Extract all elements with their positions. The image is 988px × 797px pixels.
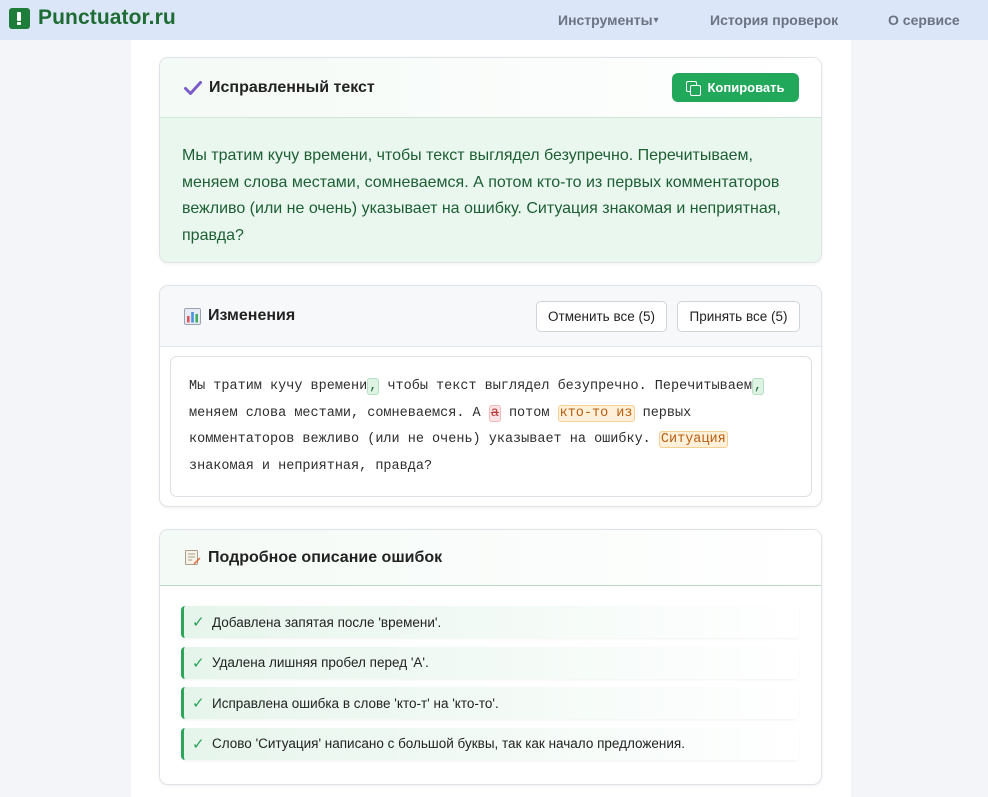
corrected-text-title: Исправленный текст <box>184 79 375 97</box>
error-item: ✓ Слово 'Ситуация' написано с большой бу… <box>181 727 799 760</box>
memo-icon <box>184 549 201 566</box>
changes-title-label: Изменения <box>208 307 296 324</box>
bar-chart-icon <box>184 307 201 325</box>
caret-down-icon: ▾ <box>653 14 659 26</box>
error-list: ✓ Добавлена запятая после 'времени'. ✓ У… <box>181 606 799 768</box>
diff-view: Мы тратим кучу времени, чтобы текст выгл… <box>170 356 812 497</box>
corrected-text-header: Исправленный текст Копировать <box>160 58 821 118</box>
checkmark-icon <box>184 80 202 96</box>
check-icon: ✓ <box>192 614 205 631</box>
copy-button-label: Копировать <box>707 80 785 95</box>
check-icon: ✓ <box>192 654 205 672</box>
nav-about[interactable]: О сервисе <box>888 0 960 40</box>
diff-insertion[interactable]: , <box>367 378 380 395</box>
logo-text: Punctuator.ru <box>38 6 176 29</box>
accept-all-button[interactable]: Принять все (5) <box>677 301 800 332</box>
logo-icon <box>9 7 30 29</box>
nav-history[interactable]: История проверок <box>710 0 838 40</box>
error-item-text: Добавлена запятая после 'времени'. <box>212 614 442 630</box>
diff-text: потом <box>500 405 558 421</box>
corrected-text-title-label: Исправленный текст <box>209 78 375 96</box>
check-icon: ✓ <box>192 735 205 753</box>
error-details-title-label: Подробное описание ошибок <box>208 548 443 566</box>
error-details-card: Подробное описание ошибок ✓ Добавлена за… <box>159 529 822 785</box>
diff-text: меняем слова местами, сомневаемся. А <box>189 405 489 421</box>
error-item-text: Удалена лишняя пробел перед 'А'. <box>212 655 429 670</box>
corrected-text-card: Исправленный текст Копировать Мы тратим … <box>159 57 822 263</box>
diff-deletion[interactable]: а <box>488 404 501 422</box>
error-details-title: Подробное описание ошибок <box>184 549 442 567</box>
site-logo[interactable]: Punctuator.ru <box>9 6 176 30</box>
diff-text: Мы тратим кучу времени <box>189 379 368 394</box>
copy-icon <box>686 80 702 96</box>
copy-button[interactable]: Копировать <box>672 73 799 102</box>
changes-title: Изменения <box>184 307 295 325</box>
error-item-text: Исправлена ошибка в слове 'кто-т' на 'кт… <box>212 695 499 711</box>
changes-header: Изменения Отменить все (5) Принять все (… <box>160 286 821 347</box>
top-navbar: Punctuator.ru Инструменты ▾ История прове… <box>0 0 988 40</box>
nav-tools[interactable]: Инструменты ▾ <box>558 0 659 40</box>
error-item: ✓ Добавлена запятая после 'времени'. <box>181 606 799 638</box>
corrected-text-body: Мы тратим кучу времени, чтобы текст выгл… <box>160 118 821 262</box>
nav-about-label: О сервисе <box>888 12 960 28</box>
diff-correction[interactable]: Ситуация <box>658 431 728 448</box>
undo-all-button[interactable]: Отменить все (5) <box>536 301 667 332</box>
error-item: ✓ Исправлена ошибка в слове 'кто-т' на '… <box>181 687 799 719</box>
diff-correction[interactable]: кто-то из <box>557 404 635 422</box>
error-item: ✓ Удалена лишняя пробел перед 'А'. <box>181 646 799 679</box>
changes-card: Изменения Отменить все (5) Принять все (… <box>159 285 822 507</box>
diff-text: знакомая и неприятная, правда? <box>189 458 433 474</box>
nav-history-label: История проверок <box>710 12 839 28</box>
diff-insertion[interactable]: , <box>752 378 765 395</box>
error-item-text: Слово 'Ситуация' написано с большой букв… <box>212 736 685 751</box>
diff-text: чтобы текст выглядел безупречно. Перечит… <box>379 379 753 394</box>
check-icon: ✓ <box>192 695 205 712</box>
error-details-header: Подробное описание ошибок <box>160 530 821 586</box>
nav-tools-label: Инструменты <box>558 12 653 28</box>
